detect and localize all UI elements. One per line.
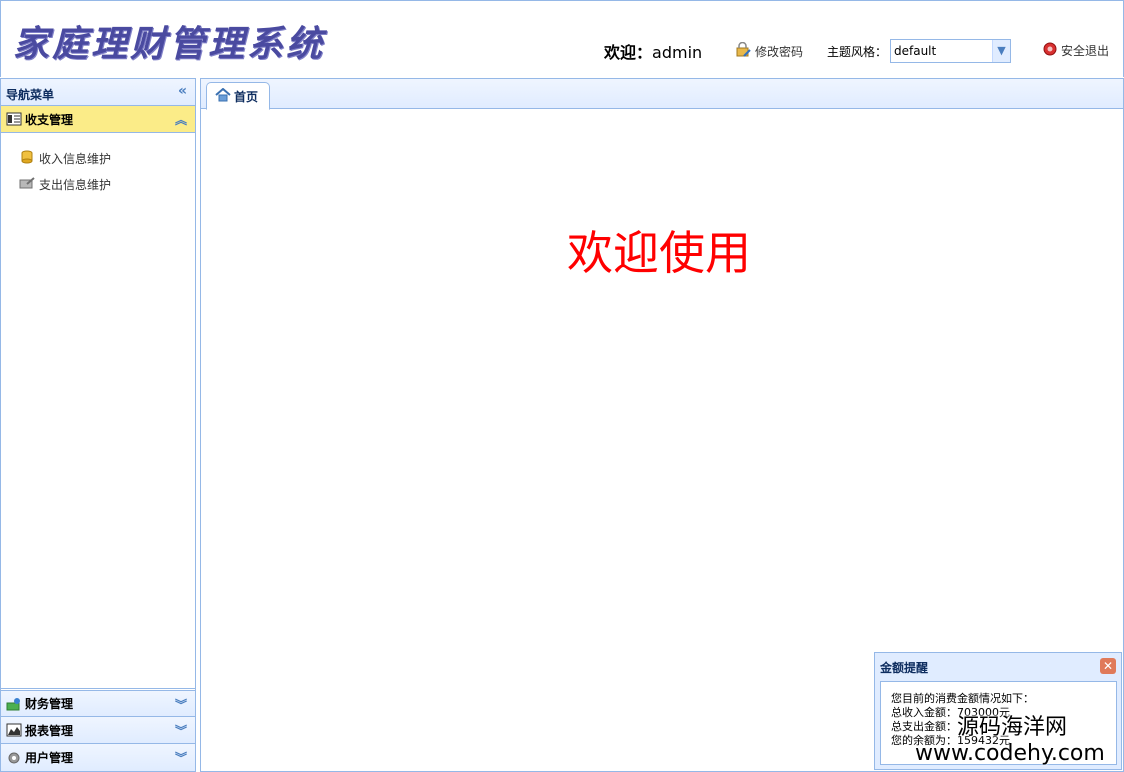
- collapsed-sections: 财务管理 ︾ 报表管理 ︾ 用户管理 ︾: [1, 690, 195, 771]
- money-people-icon: [6, 697, 22, 711]
- app-logo-title: 家庭理财管理系统: [13, 23, 326, 65]
- chart-icon: [6, 723, 22, 737]
- section-label: 财务管理: [25, 697, 74, 711]
- section-users[interactable]: 用户管理 ︾: [1, 744, 195, 771]
- tab-home[interactable]: 首页: [206, 82, 270, 110]
- lock-edit-icon: [735, 41, 751, 61]
- sidebar-title: 导航菜单: [6, 88, 55, 102]
- section-label: 用户管理: [25, 751, 74, 765]
- chevron-up-icon[interactable]: ︽: [175, 111, 187, 128]
- watermark-line2: www.codehy.com: [915, 741, 1105, 766]
- popup-header: 金额提醒 ✕: [875, 653, 1121, 679]
- power-off-icon: [1043, 42, 1057, 59]
- tab-label: 首页: [234, 89, 259, 104]
- theme-label: 主题风格：: [827, 45, 888, 59]
- gear-icon: [6, 751, 22, 765]
- ledger-icon: [6, 112, 22, 126]
- section-income-expense-body: 收入信息维护 支出信息维护: [1, 133, 195, 689]
- username: admin: [652, 43, 703, 62]
- coins-icon: [19, 149, 35, 168]
- section-income-expense[interactable]: 收支管理 ︽: [1, 106, 195, 133]
- welcome-user: 欢迎：admin: [604, 39, 702, 63]
- menu-item-expense-maintenance[interactable]: 支出信息维护: [1, 171, 195, 197]
- menu-item-label: 收入信息维护: [39, 151, 112, 166]
- menu-item-income-maintenance[interactable]: 收入信息维护: [1, 145, 195, 171]
- menu-item-label: 支出信息维护: [39, 177, 112, 192]
- logout-label: 安全退出: [1061, 44, 1110, 58]
- section-label: 收支管理: [25, 112, 74, 127]
- welcome-message: 欢迎使用: [567, 226, 751, 280]
- site-watermark: 源码海洋网 www.codehy.com: [915, 715, 1105, 767]
- top-header: 家庭理财管理系统 欢迎：admin 修改密码 主题风格： default ▼ 安…: [0, 0, 1124, 77]
- change-password-label: 修改密码: [755, 45, 804, 59]
- theme-select-value: default: [894, 44, 937, 58]
- theme-select[interactable]: default ▼: [890, 39, 1011, 63]
- sidebar-title-bar: 导航菜单 «: [1, 79, 195, 106]
- popup-line-intro: 您目前的消费金额情况如下：: [891, 692, 1034, 705]
- nav-sidebar: 导航菜单 « 收支管理 ︽ 收入信息维护 支出信息维护 财务管理 ︾ 报表管理 …: [0, 78, 196, 772]
- welcome-label: 欢迎：: [604, 43, 653, 62]
- change-password-link[interactable]: 修改密码: [735, 41, 804, 61]
- section-label: 报表管理: [25, 723, 74, 738]
- collapse-sidebar-icon[interactable]: «: [178, 83, 187, 99]
- watermark-line1: 源码海洋网: [957, 715, 1068, 740]
- section-finance[interactable]: 财务管理 ︾: [1, 690, 195, 717]
- chevron-down-icon[interactable]: ︾: [175, 749, 187, 766]
- wallet-out-icon: [19, 175, 35, 194]
- chevron-down-icon[interactable]: ︾: [175, 696, 187, 713]
- tab-bar: 首页: [201, 79, 1123, 110]
- popup-title: 金额提醒: [880, 661, 929, 675]
- chevron-down-icon[interactable]: ▼: [992, 40, 1010, 62]
- chevron-down-icon[interactable]: ︾: [175, 722, 187, 739]
- section-reports[interactable]: 报表管理 ︾: [1, 717, 195, 744]
- close-icon[interactable]: ✕: [1100, 658, 1116, 674]
- home-icon: [215, 87, 231, 105]
- logout-link[interactable]: 安全退出: [1043, 42, 1109, 59]
